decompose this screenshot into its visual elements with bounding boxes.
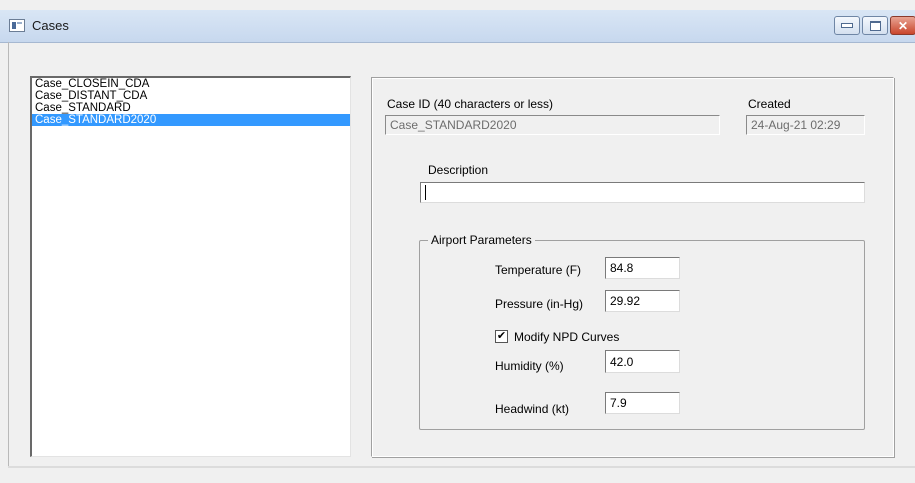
temperature-field[interactable] bbox=[605, 257, 680, 279]
humidity-field[interactable] bbox=[605, 350, 680, 373]
maximize-button[interactable] bbox=[862, 16, 888, 35]
maximize-icon bbox=[869, 20, 881, 31]
airport-parameters-legend: Airport Parameters bbox=[428, 233, 535, 247]
list-item-case-closein-cda[interactable]: Case_CLOSEIN_CDA bbox=[32, 78, 350, 90]
list-item-case-distant-cda[interactable]: Case_DISTANT_CDA bbox=[32, 90, 350, 102]
window-left-border bbox=[8, 42, 9, 467]
pressure-field[interactable] bbox=[605, 290, 680, 312]
close-button[interactable]: ✕ bbox=[890, 16, 915, 35]
window-bottom-border bbox=[8, 466, 915, 468]
description-label: Description bbox=[428, 163, 489, 177]
pressure-label: Pressure (in-Hg) bbox=[495, 297, 584, 311]
created-field[interactable] bbox=[746, 115, 865, 135]
headwind-field[interactable] bbox=[605, 392, 680, 414]
app-icon bbox=[9, 19, 25, 32]
close-icon: ✕ bbox=[897, 18, 909, 33]
cases-window: Cases ✕ Case_CLOSEIN_CDA Case_DISTANT_CD… bbox=[0, 0, 915, 483]
list-item-case-standard[interactable]: Case_STANDARD bbox=[32, 102, 350, 114]
minimize-button[interactable] bbox=[834, 16, 860, 35]
created-label: Created bbox=[748, 97, 791, 111]
modify-npd-label[interactable]: Modify NPD Curves bbox=[514, 330, 619, 344]
case-id-label: Case ID (40 characters or less) bbox=[387, 97, 554, 111]
modify-npd-checkbox[interactable]: ✔ bbox=[495, 330, 508, 343]
list-item-case-standard2020[interactable]: Case_STANDARD2020 bbox=[32, 114, 350, 126]
title-bar[interactable]: Cases ✕ bbox=[0, 10, 915, 43]
description-field[interactable] bbox=[420, 182, 865, 203]
temperature-label: Temperature (F) bbox=[495, 263, 582, 277]
checkmark-icon: ✔ bbox=[496, 330, 507, 342]
window-title: Cases bbox=[32, 18, 69, 33]
humidity-label: Humidity (%) bbox=[495, 359, 564, 373]
text-caret bbox=[425, 185, 426, 200]
case-id-field[interactable] bbox=[385, 115, 720, 135]
minimize-icon bbox=[841, 23, 853, 28]
headwind-label: Headwind (kt) bbox=[495, 402, 570, 416]
case-list[interactable]: Case_CLOSEIN_CDA Case_DISTANT_CDA Case_S… bbox=[30, 76, 351, 457]
